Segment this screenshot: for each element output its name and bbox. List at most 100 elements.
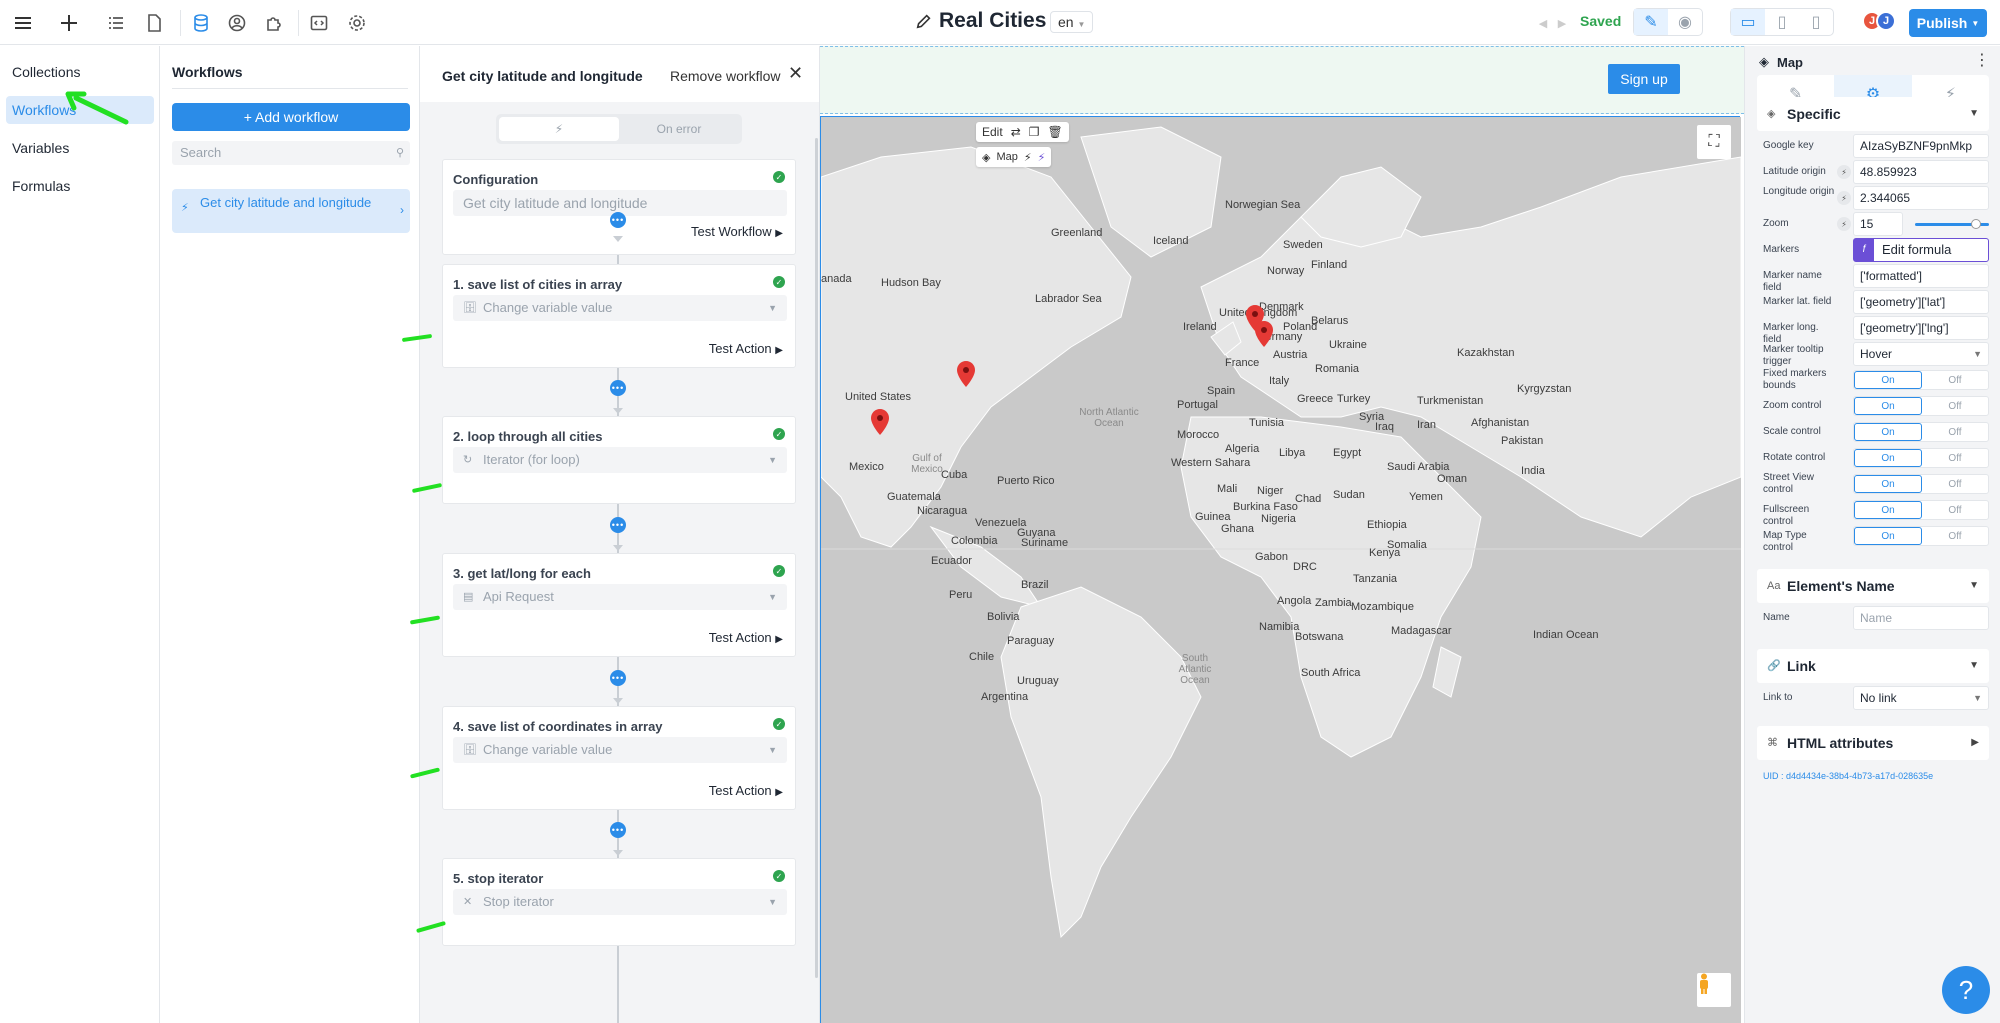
plugin-icon[interactable] xyxy=(261,10,287,36)
step-action-select[interactable]: 🗄 Change variable value ▼ xyxy=(453,737,787,763)
edit-button[interactable]: Edit xyxy=(982,125,1003,139)
workflow-step-card[interactable]: 3. get lat/long for each ✓ ▤ Api Request ▼ Te… xyxy=(442,553,796,657)
tab-trigger[interactable]: ⚡ xyxy=(499,117,619,141)
option-off[interactable]: Off xyxy=(1922,501,1988,519)
lightning-icon[interactable]: ⚡ xyxy=(1024,151,1032,164)
on-off-switch[interactable]: On Off xyxy=(1853,422,1989,442)
workflow-step-card[interactable]: 1. save list of cities in array ✓ 🗄 Change … xyxy=(442,264,796,368)
map-marker-icon[interactable] xyxy=(957,361,975,387)
language-select[interactable]: en ▼ xyxy=(1050,11,1094,33)
option-on[interactable]: On xyxy=(1854,475,1922,493)
edit-mode-icon[interactable]: ✎ xyxy=(1634,9,1668,35)
menu-icon[interactable] xyxy=(10,10,36,36)
zoom-input[interactable]: 15 xyxy=(1853,212,1903,236)
close-icon[interactable]: ✕ xyxy=(788,63,803,84)
step-action-select[interactable]: ↻ Iterator (for loop) ▼ xyxy=(453,447,787,473)
marker-name-field-input[interactable]: ['formatted'] xyxy=(1853,264,1989,288)
test-action-button[interactable]: Test Action ▶ xyxy=(709,341,783,356)
nav-formulas[interactable]: Formulas xyxy=(6,172,154,200)
marker-lat-field-input[interactable]: ['geometry']['lat'] xyxy=(1853,290,1989,314)
tooltip-trigger-select[interactable]: Hover ▼ xyxy=(1853,342,1989,366)
tablet-icon[interactable]: ▯ xyxy=(1765,9,1799,35)
option-on[interactable]: On xyxy=(1854,423,1922,441)
avatar[interactable]: J xyxy=(1876,11,1896,31)
option-off[interactable]: Off xyxy=(1922,449,1988,467)
on-off-switch[interactable]: On Off xyxy=(1853,500,1989,520)
bind-icon[interactable]: ⚡ xyxy=(1837,217,1851,231)
element-badge[interactable]: ◈ Map ⚡ ⚡ xyxy=(976,147,1052,167)
markers-formula-button[interactable]: f Edit formula xyxy=(1853,238,1989,262)
marker-long-field-input[interactable]: ['geometry']['lng'] xyxy=(1853,316,1989,340)
settings-gear-icon[interactable] xyxy=(344,10,370,36)
mobile-icon[interactable]: ▯ xyxy=(1799,9,1833,35)
on-off-switch[interactable]: On Off xyxy=(1853,526,1989,546)
option-on[interactable]: On xyxy=(1854,397,1922,415)
option-off[interactable]: Off xyxy=(1922,475,1988,493)
option-off[interactable]: Off xyxy=(1922,397,1988,415)
more-options-icon[interactable]: ⋮ xyxy=(1974,50,1990,70)
add-step-dots-icon[interactable]: ••• xyxy=(610,516,626,533)
workflow-item[interactable]: ⚡ Get city latitude and longitude › xyxy=(172,189,410,233)
section-specific[interactable]: ◈ Specific ▼ xyxy=(1757,97,1989,131)
latitude-input[interactable]: 48.859923 xyxy=(1853,160,1989,184)
on-off-switch[interactable]: On Off xyxy=(1853,474,1989,494)
user-circle-icon[interactable] xyxy=(224,10,250,36)
code-icon[interactable] xyxy=(306,10,332,36)
bind-icon[interactable]: ⚡ xyxy=(1038,151,1046,164)
section-element-name[interactable]: Aa Element's Name ▼ xyxy=(1757,569,1989,603)
tab-on-error[interactable]: On error xyxy=(619,117,739,141)
test-action-button[interactable]: Test Action ▶ xyxy=(709,783,783,798)
add-step-dots-icon[interactable]: ••• xyxy=(610,669,626,686)
publish-button[interactable]: Publish ▼ xyxy=(1909,9,1987,37)
map-marker-icon[interactable] xyxy=(1255,321,1273,347)
navbar-section[interactable]: Sign up xyxy=(820,46,1744,114)
add-step-dots-icon[interactable]: ••• xyxy=(610,822,626,838)
preview-eye-icon[interactable]: ◉ xyxy=(1668,9,1702,35)
option-on[interactable]: On xyxy=(1854,371,1922,389)
step-action-select[interactable]: ▤ Api Request ▼ xyxy=(453,584,787,610)
database-icon[interactable] xyxy=(188,10,214,36)
app-title[interactable]: Real Cities xyxy=(915,9,1046,33)
workflow-step-card[interactable]: 4. save list of coordinates in array ✓ 🗄 Ch… xyxy=(442,706,796,810)
street-view-pegman-icon[interactable] xyxy=(1697,973,1731,1007)
google-key-input[interactable]: AIzaSyBZNF9pnMkp xyxy=(1853,134,1989,158)
on-off-switch[interactable]: On Off xyxy=(1853,396,1989,416)
longitude-input[interactable]: 2.344065 xyxy=(1853,186,1989,210)
option-off[interactable]: Off xyxy=(1922,371,1988,389)
option-off[interactable]: Off xyxy=(1922,423,1988,441)
zoom-slider-knob[interactable] xyxy=(1970,219,1981,229)
bind-icon[interactable]: ⚡ xyxy=(1837,191,1851,205)
step-action-select[interactable]: 🗄 Change variable value ▼ xyxy=(453,295,787,321)
on-off-switch[interactable]: On Off xyxy=(1853,370,1989,390)
nav-variables[interactable]: Variables xyxy=(6,134,154,162)
swap-icon[interactable]: ⇄ xyxy=(1011,125,1021,139)
option-off[interactable]: Off xyxy=(1922,527,1988,545)
add-step-dots-icon[interactable]: ••• xyxy=(610,212,626,228)
workflow-step-card[interactable]: 5. stop iterator ✓ ✕ Stop iterator ▼ xyxy=(442,858,796,946)
workflow-step-card[interactable]: 2. loop through all cities ✓ ↻ Iterator (fo… xyxy=(442,416,796,504)
nav-collections[interactable]: Collections xyxy=(6,58,154,86)
on-off-switch[interactable]: On Off xyxy=(1853,448,1989,468)
option-on[interactable]: On xyxy=(1854,501,1922,519)
list-icon[interactable] xyxy=(103,10,129,36)
desktop-icon[interactable]: ▭ xyxy=(1731,9,1765,35)
page-icon[interactable] xyxy=(141,10,167,36)
section-link[interactable]: 🔗 Link ▼ xyxy=(1757,649,1989,683)
duplicate-icon[interactable]: ❐ xyxy=(1029,125,1040,139)
workflow-search-input[interactable]: Search ⚲ xyxy=(172,141,410,165)
add-workflow-button[interactable]: + Add workflow xyxy=(172,103,410,131)
test-action-button[interactable]: Test Action ▶ xyxy=(709,630,783,645)
step-action-select[interactable]: ✕ Stop iterator ▼ xyxy=(453,889,787,915)
map-element[interactable]: Greenland Iceland Norwegian Sea Sweden Finla… xyxy=(820,116,1741,1023)
option-on[interactable]: On xyxy=(1854,527,1922,545)
test-workflow-button[interactable]: Test Workflow ▶ xyxy=(691,224,783,239)
add-icon[interactable] xyxy=(56,10,82,36)
link-to-select[interactable]: No link ▼ xyxy=(1853,686,1989,710)
bind-icon[interactable]: ⚡ xyxy=(1837,165,1851,179)
element-name-input[interactable]: Name xyxy=(1853,606,1989,630)
option-on[interactable]: On xyxy=(1854,449,1922,467)
trash-icon[interactable]: 🗑 xyxy=(1048,125,1063,139)
scrollbar[interactable] xyxy=(815,138,818,978)
map-marker-icon[interactable] xyxy=(871,409,889,435)
redo-icon[interactable]: ▶ xyxy=(1549,10,1575,36)
